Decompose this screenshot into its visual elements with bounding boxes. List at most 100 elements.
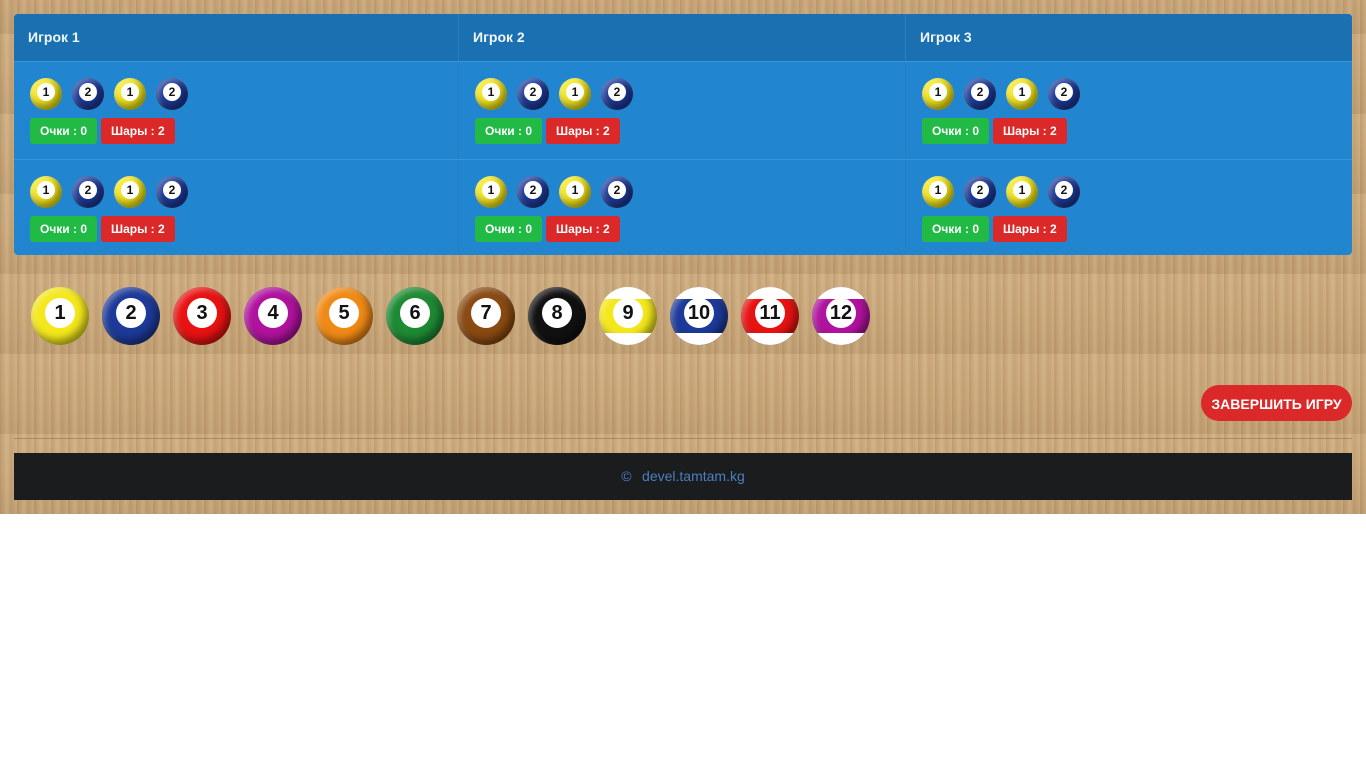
ball-number: 1 <box>929 83 947 102</box>
ball-number: 1 <box>45 298 75 329</box>
ball-1-icon: 1 <box>1006 176 1038 208</box>
ball-number: 1 <box>929 181 947 200</box>
ball-number: 1 <box>121 181 139 200</box>
ball-2-icon: 2 <box>517 176 549 208</box>
ball-number: 3 <box>187 298 217 329</box>
table-row: 1 2 1 2 Очки : 0 Шары : 2 1 2 1 2 Очки : 0 Шары : 2… <box>14 62 1352 160</box>
points-badge: Очки : 0 <box>30 118 98 144</box>
ball-1-icon: 1 <box>475 176 507 208</box>
stats-badges: Очки : 0 Шары : 2 <box>30 216 458 242</box>
ball-1-icon: 1 <box>114 78 146 110</box>
ball-number: 2 <box>116 298 146 329</box>
footer-link[interactable]: devel.tamtam.kg <box>642 468 745 484</box>
ball-number: 12 <box>826 298 856 329</box>
ball-number: 1 <box>566 181 584 200</box>
ball-number: 4 <box>258 298 288 329</box>
balls-count-badge: Шары : 2 <box>101 118 175 144</box>
ball-4-button[interactable]: 4 <box>244 287 302 345</box>
balls-count-badge: Шары : 2 <box>993 118 1067 144</box>
ball-11-button[interactable]: 11 <box>741 287 799 345</box>
balls-count-badge: Шары : 2 <box>546 118 620 144</box>
stats-badges: Очки : 0 Шары : 2 <box>922 216 1352 242</box>
finish-game-button[interactable]: ЗАВЕРШИТЬ ИГРУ <box>1201 385 1352 421</box>
player-3-cell: 1 2 1 2 Очки : 0 Шары : 2 <box>906 160 1352 255</box>
player-2-header: Игрок 2 <box>459 14 906 61</box>
points-badge: Очки : 0 <box>922 118 990 144</box>
ball-number: 1 <box>37 181 55 200</box>
ball-number: 2 <box>971 83 989 102</box>
ball-number: 2 <box>163 181 181 200</box>
ball-2-icon: 2 <box>1048 176 1080 208</box>
ball-number: 2 <box>163 83 181 102</box>
copyright-icon: © <box>621 468 632 484</box>
ball-number: 2 <box>524 181 542 200</box>
ball-3-button[interactable]: 3 <box>173 287 231 345</box>
table-row: 1 2 1 2 Очки : 0 Шары : 2 1 2 1 2 Очки : 0 Шары : 2… <box>14 160 1352 255</box>
ball-number: 1 <box>1013 181 1031 200</box>
ball-number: 2 <box>524 83 542 102</box>
pocketed-balls: 1 2 1 2 <box>475 176 905 208</box>
ball-number: 1 <box>1013 83 1031 102</box>
score-table: Игрок 1 Игрок 2 Игрок 3 1 2 1 2 Очки : 0 Шары… <box>14 14 1352 255</box>
ball-number: 2 <box>608 83 626 102</box>
ball-number: 2 <box>1055 83 1073 102</box>
ball-2-icon: 2 <box>964 176 996 208</box>
ball-10-button[interactable]: 10 <box>670 287 728 345</box>
ball-1-icon: 1 <box>475 78 507 110</box>
pocketed-balls: 1 2 1 2 <box>922 78 1352 110</box>
player-1-cell: 1 2 1 2 Очки : 0 Шары : 2 <box>14 160 459 255</box>
player-1-cell: 1 2 1 2 Очки : 0 Шары : 2 <box>14 62 459 159</box>
pocketed-balls: 1 2 1 2 <box>922 176 1352 208</box>
ball-number: 1 <box>37 83 55 102</box>
ball-1-button[interactable]: 1 <box>31 287 89 345</box>
balls-count-badge: Шары : 2 <box>993 216 1067 242</box>
player-2-cell: 1 2 1 2 Очки : 0 Шары : 2 <box>459 62 906 159</box>
ball-number: 1 <box>482 83 500 102</box>
player-1-header: Игрок 1 <box>14 14 459 61</box>
ball-number: 2 <box>971 181 989 200</box>
ball-7-button[interactable]: 7 <box>457 287 515 345</box>
stats-badges: Очки : 0 Шары : 2 <box>475 216 905 242</box>
ball-number: 7 <box>471 298 501 329</box>
footer: © devel.tamtam.kg <box>14 453 1352 500</box>
ball-1-icon: 1 <box>30 176 62 208</box>
ball-2-icon: 2 <box>601 176 633 208</box>
table-header: Игрок 1 Игрок 2 Игрок 3 <box>14 14 1352 62</box>
ball-2-icon: 2 <box>156 176 188 208</box>
ball-1-icon: 1 <box>922 176 954 208</box>
ball-8-button[interactable]: 8 <box>528 287 586 345</box>
ball-1-icon: 1 <box>30 78 62 110</box>
ball-1-icon: 1 <box>922 78 954 110</box>
points-badge: Очки : 0 <box>30 216 98 242</box>
points-badge: Очки : 0 <box>475 216 543 242</box>
ball-number: 9 <box>613 298 643 329</box>
ball-12-button[interactable]: 12 <box>812 287 870 345</box>
divider <box>14 438 1352 439</box>
ball-number: 2 <box>608 181 626 200</box>
ball-1-icon: 1 <box>559 78 591 110</box>
ball-2-icon: 2 <box>72 176 104 208</box>
ball-picker: 1 2 3 4 5 6 7 8 9 10 11 12 <box>31 287 870 345</box>
ball-number: 6 <box>400 298 430 329</box>
ball-2-icon: 2 <box>517 78 549 110</box>
balls-count-badge: Шары : 2 <box>546 216 620 242</box>
ball-6-button[interactable]: 6 <box>386 287 444 345</box>
ball-number: 1 <box>482 181 500 200</box>
ball-5-button[interactable]: 5 <box>315 287 373 345</box>
ball-number: 2 <box>1055 181 1073 200</box>
ball-number: 10 <box>684 298 714 329</box>
points-badge: Очки : 0 <box>922 216 990 242</box>
stats-badges: Очки : 0 Шары : 2 <box>922 118 1352 144</box>
ball-number: 1 <box>121 83 139 102</box>
points-badge: Очки : 0 <box>475 118 543 144</box>
player-2-cell: 1 2 1 2 Очки : 0 Шары : 2 <box>459 160 906 255</box>
ball-number: 11 <box>755 298 785 329</box>
ball-2-button[interactable]: 2 <box>102 287 160 345</box>
ball-9-button[interactable]: 9 <box>599 287 657 345</box>
ball-number: 1 <box>566 83 584 102</box>
player-3-header: Игрок 3 <box>920 29 972 45</box>
ball-1-icon: 1 <box>114 176 146 208</box>
player-3-cell: 1 2 1 2 Очки : 0 Шары : 2 <box>906 62 1352 159</box>
ball-number: 8 <box>542 298 572 329</box>
ball-number: 5 <box>329 298 359 329</box>
